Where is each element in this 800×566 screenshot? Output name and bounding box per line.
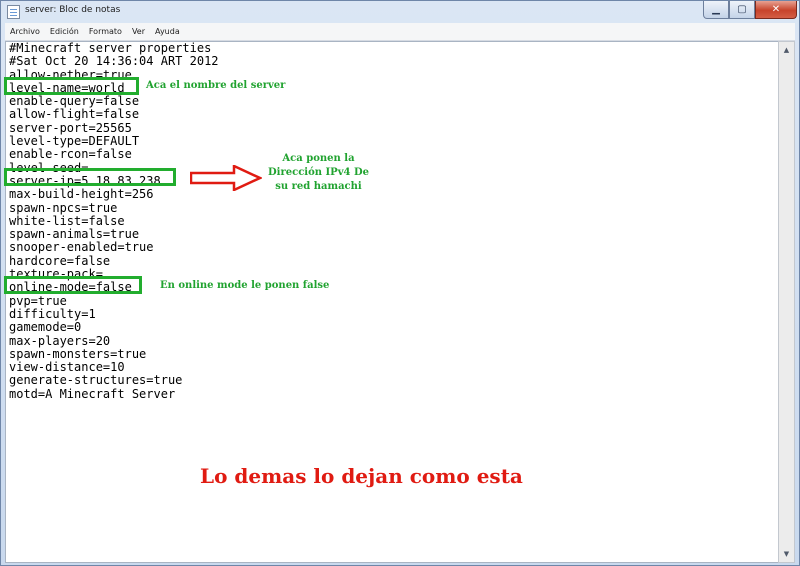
menu-ver[interactable]: Ver [127,23,150,41]
caption-buttons: ▁ ▢ ✕ [703,1,797,19]
text-line: server-port=25565 [9,120,132,135]
text-line: spawn-animals=true [9,227,140,242]
text-line: gamemode=0 [9,320,82,335]
vertical-scrollbar[interactable]: ▲ ▼ [778,41,795,563]
menu-edicion[interactable]: Edición [45,23,84,41]
menu-archivo[interactable]: Archivo [5,23,45,41]
minimize-button[interactable]: ▁ [703,1,729,19]
server-ip-annotation-line: Dirección IPv4 De [268,167,369,178]
level-name-annotation: Aca el nombre del server [146,80,286,91]
text-line: max-players=20 [9,333,111,348]
level-name-highlight [4,77,139,95]
close-icon: ✕ [771,3,781,15]
window-title: server: Bloc de notas [25,5,121,15]
text-line: spawn-npcs=true [9,200,118,215]
text-line: white-list=false [9,213,125,228]
server-ip-annotation-line: su red hamachi [275,181,362,192]
online-mode-annotation: En online mode le ponen false [160,280,330,291]
text-line: allow-flight=false [9,107,140,122]
menu-ayuda[interactable]: Ayuda [150,23,185,41]
text-line: enable-rcon=false [9,147,132,162]
online-mode-highlight [4,276,142,294]
text-line: #Minecraft server properties [9,41,212,55]
server-ip-annotation: Aca ponen la Dirección IPv4 De su red ha… [268,152,369,194]
text-line: enable-query=false [9,94,140,109]
text-line: generate-structures=true [9,373,183,388]
scroll-up-icon[interactable]: ▲ [779,42,794,58]
text-line: view-distance=10 [9,360,125,375]
maximize-icon: ▢ [737,3,747,15]
menu-bar: Archivo Edición Formato Ver Ayuda [5,23,795,41]
text-line: hardcore=false [9,253,111,268]
scroll-down-icon[interactable]: ▼ [779,546,794,562]
notepad-icon [7,5,20,19]
title-bar[interactable]: server: Bloc de notas ▁ ▢ ✕ [1,1,799,23]
text-content: #Minecraft server properties #Sat Oct 20… [9,42,219,401]
text-line: max-build-height=256 [9,187,154,202]
menu-formato[interactable]: Formato [84,23,127,41]
server-ip-annotation-line: Aca ponen la [282,153,355,164]
text-line: snooper-enabled=true [9,240,154,255]
text-line: pvp=true [9,293,67,308]
text-line: spawn-monsters=true [9,346,147,361]
footer-annotation: Lo demas lo dejan como esta [200,464,523,488]
text-line: motd=A Minecraft Server [9,386,176,401]
minimize-icon: ▁ [712,3,720,15]
text-line: difficulty=1 [9,306,96,321]
close-button[interactable]: ✕ [755,1,797,19]
maximize-button[interactable]: ▢ [729,1,755,19]
red-arrow-icon [190,165,262,191]
server-ip-highlight [4,168,176,186]
text-line: #Sat Oct 20 14:36:04 ART 2012 [9,54,219,69]
text-line: level-type=DEFAULT [9,134,140,149]
